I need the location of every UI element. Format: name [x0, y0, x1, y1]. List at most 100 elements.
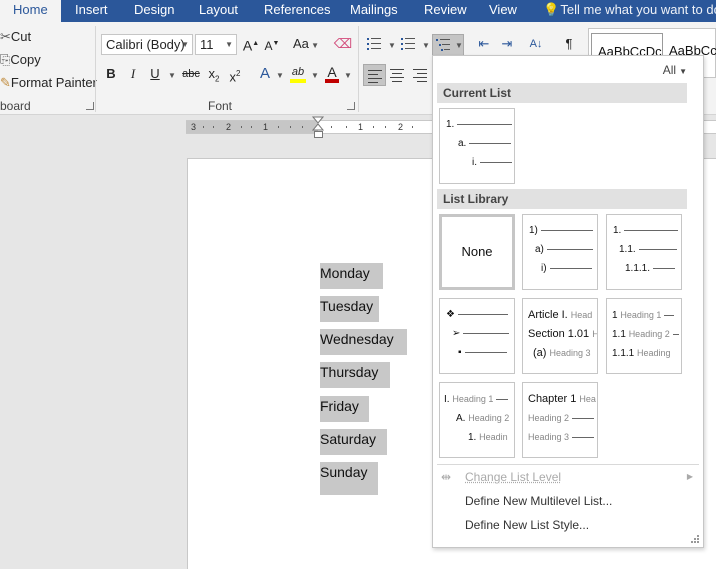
underline-button[interactable]: U — [147, 64, 163, 84]
scissors-icon: ✂ — [0, 29, 11, 44]
ruler-tick — [373, 126, 374, 128]
superscript-button[interactable]: x2 — [226, 64, 244, 84]
list-item[interactable]: Sunday — [320, 462, 378, 495]
bullets-icon[interactable] — [367, 37, 381, 51]
align-center-icon[interactable] — [388, 66, 408, 86]
decrease-indent-icon[interactable]: ⇤ — [474, 34, 494, 54]
list-item[interactable]: Friday — [320, 396, 369, 422]
list-style-bullets[interactable]: ❖ ➢ ▪ — [439, 298, 515, 374]
tab-design[interactable]: Design — [134, 0, 174, 22]
grow-font-button[interactable]: A▲ — [242, 34, 260, 54]
ruler-tick — [290, 126, 291, 128]
level-line — [469, 142, 512, 144]
tab-references[interactable]: References — [264, 0, 330, 22]
level-line — [540, 229, 593, 231]
clear-formatting-icon[interactable]: ⌫ — [333, 34, 353, 54]
align-left-icon — [366, 67, 386, 87]
copy-button[interactable]: ⎘Copy — [0, 52, 41, 68]
font-dialog-launcher-icon[interactable] — [347, 102, 355, 110]
define-new-list-style-menu-item[interactable]: Define New List Style... — [465, 518, 589, 532]
highlight-color-swatch — [290, 79, 306, 83]
tab-mailings[interactable]: Mailings — [350, 0, 398, 22]
square-bullet-icon: ▪ — [458, 347, 462, 358]
tab-review[interactable]: Review — [424, 0, 467, 22]
list-style-paren[interactable]: 1) a) i) — [522, 214, 598, 290]
tab-layout[interactable]: Layout — [199, 0, 238, 22]
clipboard-dialog-launcher-icon[interactable] — [86, 102, 94, 110]
highlight-button[interactable]: ab — [288, 62, 308, 83]
shrink-font-button[interactable]: A▼ — [263, 34, 281, 54]
chevron-down-icon[interactable]: ▼ — [311, 71, 319, 80]
chevron-down-icon: ▼ — [455, 41, 463, 50]
diamond-bullet-icon: ❖ — [446, 309, 455, 320]
ruler-tick — [302, 126, 303, 128]
define-new-multilevel-list-menu-item[interactable]: Define New Multilevel List... — [465, 494, 612, 508]
cut-button[interactable]: ✂Cut — [0, 29, 31, 45]
paintbrush-icon: ✎ — [0, 75, 11, 90]
chevron-down-icon: ▼ — [181, 40, 189, 49]
format-painter-button[interactable]: ✎Format Painter — [0, 75, 97, 91]
font-name-combo[interactable]: Calibri (Body) ▼ — [101, 34, 193, 55]
tab-home[interactable]: Home — [0, 0, 61, 22]
clipboard-group-label: board — [0, 99, 31, 113]
numbering-icon[interactable] — [401, 37, 415, 51]
subscript-button[interactable]: x2 — [205, 64, 223, 84]
tab-view[interactable]: View — [489, 0, 517, 22]
font-size-combo[interactable]: 11 ▼ — [195, 34, 237, 55]
list-style-article-section[interactable]: Article I. Head Section 1.01 H (a) Headi… — [522, 298, 598, 374]
text-effects-button[interactable]: A — [256, 64, 274, 84]
chevron-down-icon[interactable]: ▼ — [422, 41, 430, 50]
multilevel-list-icon — [436, 38, 450, 52]
gallery-filter-dropdown[interactable]: All ▼ — [663, 63, 687, 77]
list-item[interactable]: Thursday — [320, 362, 390, 388]
level-line — [464, 351, 507, 353]
strikethrough-button[interactable]: abc — [180, 64, 202, 84]
ruler-margin — [186, 121, 318, 133]
show-formatting-icon[interactable]: ¶ — [560, 34, 578, 54]
change-list-level-icon: ⇹ — [441, 470, 452, 484]
list-style-decimal-outline[interactable]: 1. 1.1. 1.1.1. — [606, 214, 682, 290]
tab-insert[interactable]: Insert — [75, 0, 108, 22]
change-list-level-menu-item[interactable]: Change List Level — [465, 470, 561, 484]
list-style-heading-numbered[interactable]: 1 Heading 1 1.1 Heading 2 1.1.1 Heading — [606, 298, 682, 374]
bold-button[interactable]: B — [103, 64, 119, 84]
align-right-icon[interactable] — [411, 66, 431, 86]
chevron-down-icon[interactable]: ▼ — [168, 71, 176, 80]
group-separator — [358, 26, 359, 112]
list-item[interactable]: Wednesday — [320, 329, 407, 355]
tell-me-box[interactable]: 💡 Tell me what you want to do — [543, 0, 716, 22]
level-line — [457, 123, 513, 125]
tell-me-text: Tell me what you want to do — [560, 2, 716, 17]
list-item[interactable]: Monday — [320, 263, 383, 289]
italic-button[interactable]: I — [125, 64, 141, 84]
copy-icon: ⎘ — [0, 52, 11, 67]
chevron-down-icon[interactable]: ▼ — [276, 71, 284, 80]
level-line — [638, 248, 677, 250]
increase-indent-icon[interactable]: ⇥ — [497, 34, 517, 54]
current-list-tile[interactable]: 1. a. i. — [439, 108, 515, 184]
list-style-none[interactable]: None — [439, 214, 515, 290]
list-library-header: List Library — [437, 189, 687, 209]
list-item[interactable]: Tuesday — [320, 296, 379, 322]
left-indent-marker[interactable] — [314, 131, 323, 138]
list-style-roman-heading[interactable]: I. Heading 1 A. Heading 2 1. Headin — [439, 382, 515, 458]
font-color-button[interactable]: A — [323, 62, 341, 83]
sort-icon[interactable]: A↓ — [527, 34, 545, 54]
level-line — [546, 248, 593, 250]
ruler-tick — [278, 126, 279, 128]
font-color-swatch — [325, 79, 339, 83]
chevron-down-icon[interactable]: ▼ — [388, 41, 396, 50]
multilevel-list-button[interactable]: ▼ — [432, 34, 464, 56]
chevron-down-icon[interactable]: ▼ — [344, 71, 352, 80]
resize-grip-icon[interactable] — [691, 535, 699, 543]
list-style-chapter[interactable]: Chapter 1 Hea Heading 2 Heading 3 — [522, 382, 598, 458]
ruler-tick — [385, 126, 386, 128]
level-line — [572, 436, 595, 438]
multilevel-list-gallery: All ▼ Current List 1. a. i. List Library … — [432, 55, 704, 548]
change-case-button[interactable]: Aa ▼ — [290, 34, 322, 54]
level-line — [457, 313, 508, 315]
level-line — [572, 417, 595, 419]
list-item[interactable]: Saturday — [320, 429, 387, 455]
align-left-button[interactable] — [363, 64, 386, 86]
ruler-tick — [241, 126, 242, 128]
